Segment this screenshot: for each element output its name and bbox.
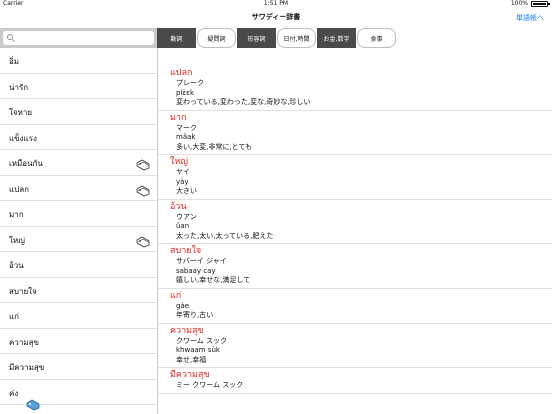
tag-icon[interactable] <box>136 156 150 171</box>
search-bar <box>0 28 157 48</box>
list-item[interactable]: สบายใจ <box>0 278 157 303</box>
list-item-word: อ้วน <box>9 261 24 270</box>
entry-roman: ûan <box>176 222 190 230</box>
entry-meaning: 嬉しい,幸せな,満足して <box>176 276 251 284</box>
list-item[interactable]: น่ารัก <box>0 74 157 99</box>
entry[interactable]: ใหญ่ ヤイ yày 大きい <box>158 155 552 200</box>
list-item[interactable]: อิ่ม <box>0 48 157 74</box>
tag-icon[interactable] <box>26 396 40 411</box>
list-item[interactable]: ใหญ่ <box>0 227 157 252</box>
list-item-word: ใจหาย <box>9 108 33 117</box>
entry-list[interactable]: แปลก プレーク plɛ̀ɛk 変わっている,変わった,変な,奇妙な,珍しい มากマ… <box>158 48 552 414</box>
entry-roman: gàe <box>176 301 190 310</box>
entry[interactable]: แก่ gàe 年寄り,古い <box>158 289 552 324</box>
search-icon <box>7 34 13 40</box>
list-item[interactable]: มีความสุข <box>0 354 157 380</box>
tab-1[interactable]: 疑問詞 <box>197 28 236 48</box>
entry-thai: สบายใจ <box>170 246 202 256</box>
list-item[interactable]: มาก <box>0 201 157 227</box>
entry-kana: マーク <box>176 123 197 132</box>
entry-thai: แก่ <box>170 290 182 301</box>
list-item[interactable]: เหมือนกัน <box>0 150 157 176</box>
tag-icon[interactable] <box>136 182 150 196</box>
list-item-word: แปลก <box>9 184 29 194</box>
category-tabs: 動詞 疑問詞 形容詞 日付,時間 お金,数字 食事 <box>157 28 552 48</box>
list-item-word: เหมือนกัน <box>9 159 43 168</box>
entry[interactable]: สบายใจ サバーイ ジャイ sabaay cay 嬉しい,幸せな,満足して <box>158 244 552 289</box>
entry-thai: ความสุข <box>170 325 204 336</box>
entry[interactable]: มาก マーク mâak 多い,大変,非常に,とても <box>158 111 552 155</box>
entry-thai: มีความสุข <box>170 370 210 380</box>
list-item-word: น่ารัก <box>9 82 29 92</box>
entry[interactable]: ความสุข クワーム スック khwaam sùk 幸せ,幸福 <box>158 324 552 368</box>
entry-meaning: 年寄り,古い <box>176 311 214 319</box>
tag-icon[interactable] <box>136 233 150 247</box>
entry-kana: プレーク <box>176 79 204 87</box>
list-item-word: ค่ง <box>9 388 19 398</box>
entry-thai: ใหญ่ <box>170 157 188 167</box>
list-item-word: มีความสุข <box>9 363 45 372</box>
battery-icon <box>531 1 550 7</box>
entry-thai: มาก <box>170 112 187 123</box>
entry-kana: ミー クワーム スック <box>176 381 244 389</box>
tab-0[interactable]: 動詞 <box>157 28 196 48</box>
list-item-word: สบายใจ <box>9 286 37 296</box>
battery-percent: 100% <box>510 0 528 7</box>
entry-roman: yày <box>176 177 189 186</box>
entry-thai: แปลก <box>170 68 193 78</box>
list-item[interactable]: ใจหาย <box>0 99 157 125</box>
list-item-word: มาก <box>9 210 24 219</box>
entry[interactable]: แปลก プレーク plɛ̀ɛk 変わっている,変わった,変な,奇妙な,珍しい <box>158 48 552 111</box>
entry-kana: ヤイ <box>176 168 190 176</box>
word-list[interactable]: อิ่มน่ารักใจหายแข็งแรงเหมือนกันแปลกมากให… <box>0 48 157 414</box>
entry-thai: อ้วน <box>170 201 187 212</box>
list-item[interactable]: อ้วน <box>0 252 157 278</box>
list-item[interactable]: แปลก <box>0 176 157 201</box>
entry-meaning: 太った,太い,太っている,肥えた <box>176 231 274 240</box>
entry-roman: plɛ̀ɛk <box>176 88 195 97</box>
entry-meaning: 幸せ,幸福 <box>176 355 207 364</box>
entry-roman: mâak <box>176 133 196 141</box>
list-item-word: แก่ <box>9 312 19 321</box>
list-item[interactable]: แข็งแรง <box>0 125 157 150</box>
list-item[interactable]: แก่ <box>0 303 157 329</box>
search-input[interactable] <box>15 31 150 45</box>
list-item[interactable]: ค่ง <box>0 380 157 405</box>
entry-meaning: 変わっている,変わった,変な,奇妙な,珍しい <box>176 98 311 106</box>
entry[interactable]: มีความสุข ミー クワーム スック <box>158 368 552 394</box>
entry-kana: クワーム スック <box>176 336 228 345</box>
wordbook-button[interactable]: 単語帳へ <box>516 13 544 23</box>
page-title: サワディー辞書 <box>251 13 301 21</box>
list-item-word: ความสุข <box>9 337 39 347</box>
tab-2[interactable]: 形容詞 <box>237 28 276 48</box>
entry-meaning: 多い,大変,非常に,とても <box>176 142 253 151</box>
list-item-word: แข็งแรง <box>9 133 37 143</box>
entry-meaning: 大きい <box>176 187 197 195</box>
entry-kana: サバーイ ジャイ <box>176 257 227 265</box>
list-item[interactable]: ความสุข <box>0 329 157 354</box>
entry-roman: sabaay cay <box>176 266 216 275</box>
navigation-bar: サワディー辞書 単語帳へ <box>0 8 552 28</box>
tab-4[interactable]: お金,数字 <box>317 28 356 48</box>
list-item-word: อิ่ม <box>9 57 20 66</box>
entry-roman: khwaam sùk <box>176 346 220 354</box>
search-field[interactable] <box>3 31 154 45</box>
clock: 1:51 PM <box>263 0 289 7</box>
tab-bar-filler <box>397 28 552 48</box>
status-bar: Carrier 1:51 PM 100% <box>0 0 552 8</box>
entry[interactable]: อ้วน ウアン ûan 太った,太い,太っている,肥えた <box>158 200 552 244</box>
entry-kana: ウアン <box>176 212 197 221</box>
list-item-word: ใหญ่ <box>9 235 25 245</box>
tab-3[interactable]: 日付,時間 <box>277 28 316 48</box>
tab-5[interactable]: 食事 <box>357 28 396 48</box>
